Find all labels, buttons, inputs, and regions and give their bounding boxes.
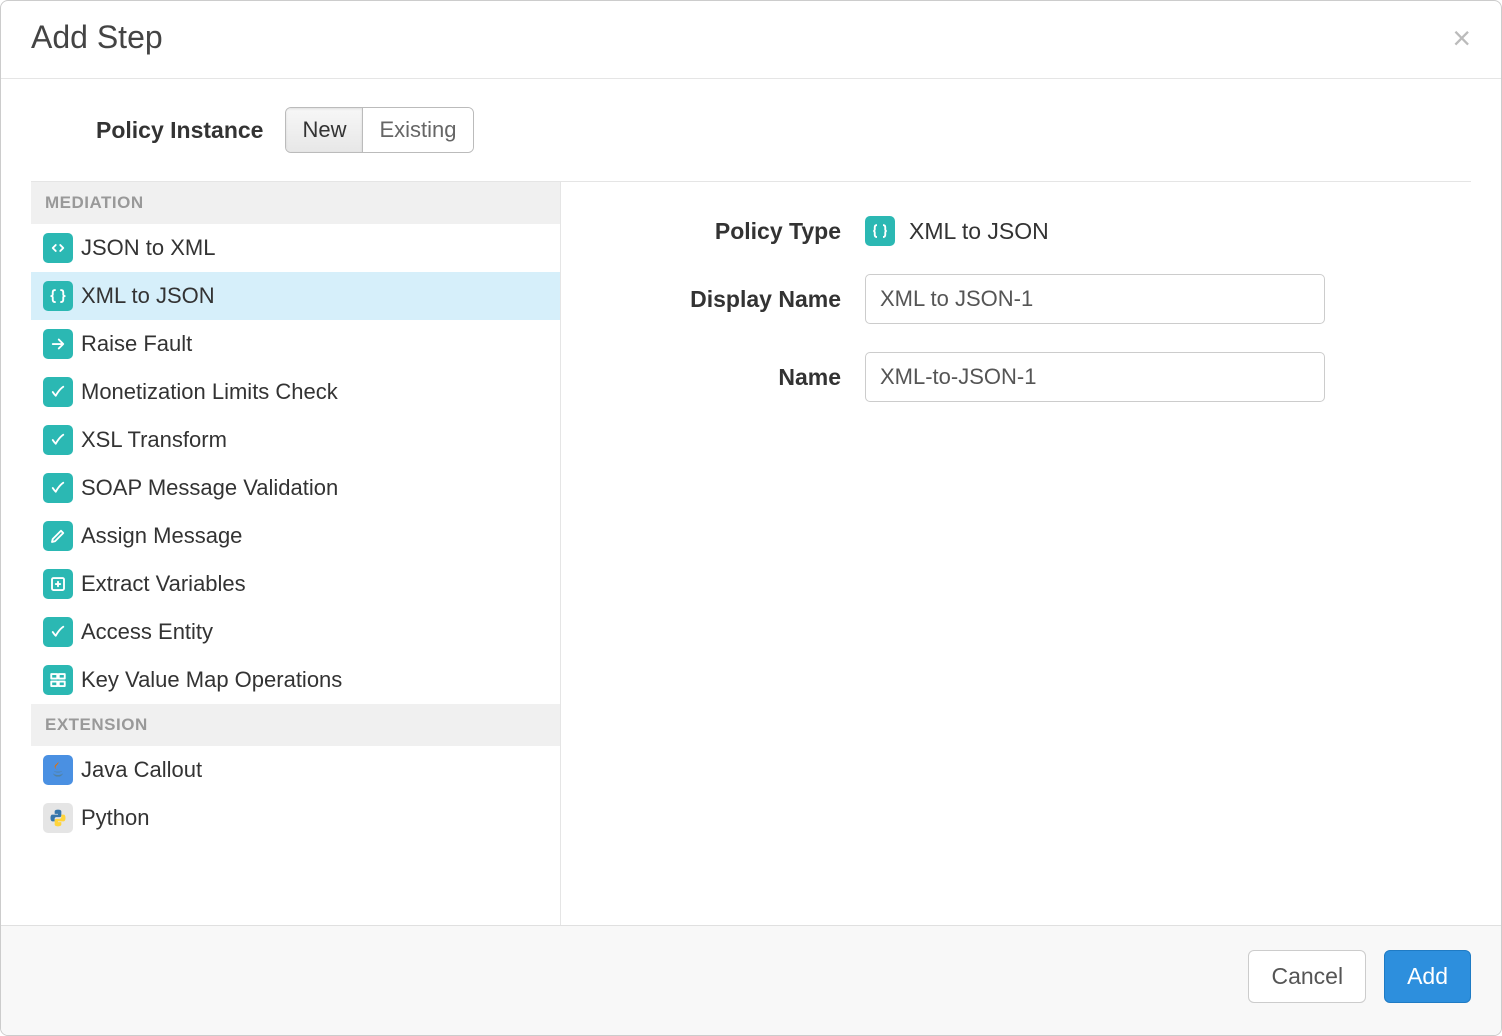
category-header: EXTENSION (31, 704, 560, 746)
policy-item[interactable]: JSON to XML (31, 224, 560, 272)
java-icon (43, 755, 73, 785)
check-icon (43, 377, 73, 407)
extract-icon (43, 569, 73, 599)
policy-details-pane: Policy Type XML to JSON Display Name (561, 182, 1471, 925)
modal-body: Policy Instance New Existing MEDIATION JS… (1, 79, 1501, 925)
content-split: MEDIATION JSON to XML XML to JSON Raise Fau… (31, 181, 1471, 925)
name-label: Name (601, 364, 841, 391)
policy-item[interactable]: Python (31, 794, 560, 842)
add-step-modal: Add Step × Policy Instance New Existing … (0, 0, 1502, 1036)
kvm-icon (43, 665, 73, 695)
pencil-icon (43, 521, 73, 551)
policy-item[interactable]: Raise Fault (31, 320, 560, 368)
display-name-row: Display Name (601, 274, 1431, 324)
display-name-input[interactable] (865, 274, 1325, 324)
policy-item[interactable]: Monetization Limits Check (31, 368, 560, 416)
cancel-button[interactable]: Cancel (1248, 950, 1366, 1003)
policy-item-label: XML to JSON (81, 283, 215, 309)
policy-item-label: Java Callout (81, 757, 202, 783)
policy-type-label: Policy Type (601, 218, 841, 245)
policy-item[interactable]: Access Entity (31, 608, 560, 656)
policy-item[interactable]: Key Value Map Operations (31, 656, 560, 704)
check-icon (43, 473, 73, 503)
braces-icon (865, 216, 895, 246)
category-header: MEDIATION (31, 182, 560, 224)
policy-type-row: Policy Type XML to JSON (601, 216, 1431, 246)
code-icon (43, 233, 73, 263)
policy-type-value: XML to JSON (909, 218, 1049, 245)
policy-item[interactable]: XSL Transform (31, 416, 560, 464)
check-icon (43, 617, 73, 647)
policy-item[interactable]: SOAP Message Validation (31, 464, 560, 512)
policy-item-label: XSL Transform (81, 427, 227, 453)
policy-item-label: SOAP Message Validation (81, 475, 338, 501)
policy-item[interactable]: Java Callout (31, 746, 560, 794)
instance-toggle-group: New Existing (285, 107, 473, 153)
python-icon (43, 803, 73, 833)
arrow-icon (43, 329, 73, 359)
policy-item-label: Access Entity (81, 619, 213, 645)
policy-item-label: Raise Fault (81, 331, 192, 357)
policy-item[interactable]: Extract Variables (31, 560, 560, 608)
policy-item-label: Extract Variables (81, 571, 246, 597)
policy-item-label: Python (81, 805, 150, 831)
policy-item-label: JSON to XML (81, 235, 215, 261)
policy-item[interactable]: Assign Message (31, 512, 560, 560)
name-row: Name (601, 352, 1431, 402)
policy-list-pane[interactable]: MEDIATION JSON to XML XML to JSON Raise Fau… (31, 182, 561, 925)
modal-title: Add Step (31, 19, 163, 56)
braces-icon (43, 281, 73, 311)
policy-instance-label: Policy Instance (96, 117, 263, 144)
policy-item[interactable]: XML to JSON (31, 272, 560, 320)
modal-header: Add Step × (1, 1, 1501, 79)
policy-type-value-wrap: XML to JSON (865, 216, 1049, 246)
name-input[interactable] (865, 352, 1325, 402)
close-icon[interactable]: × (1452, 22, 1471, 54)
policy-item-label: Key Value Map Operations (81, 667, 342, 693)
instance-new-button[interactable]: New (286, 108, 362, 152)
modal-footer: Cancel Add (1, 925, 1501, 1035)
display-name-label: Display Name (601, 286, 841, 313)
check-icon (43, 425, 73, 455)
policy-instance-row: Policy Instance New Existing (1, 79, 1501, 181)
add-button[interactable]: Add (1384, 950, 1471, 1003)
policy-item-label: Assign Message (81, 523, 242, 549)
policy-item-label: Monetization Limits Check (81, 379, 338, 405)
instance-existing-button[interactable]: Existing (362, 108, 472, 152)
